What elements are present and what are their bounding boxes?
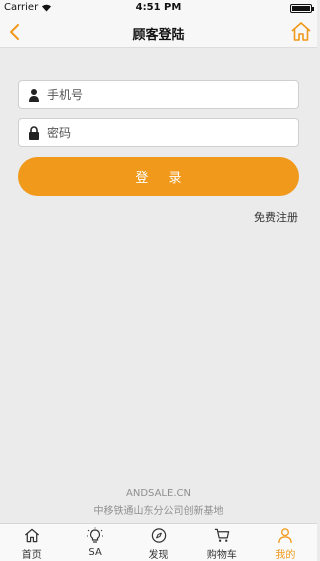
compass-icon [151,528,166,543]
tab-bar: 首页 SA 发现 购物车 我的 [0,523,317,561]
phone-input[interactable] [47,87,287,102]
battery-icon [290,4,314,13]
page-title: 顾客登陆 [132,28,185,43]
brand-text: ANDSALE.CN [126,488,191,499]
tab-home[interactable]: 首页 [0,524,63,561]
tab-mine[interactable]: 我的 [254,524,317,561]
cart-icon [214,528,230,542]
tab-label: 我的 [275,550,296,561]
home-icon[interactable] [289,20,313,44]
nav-bar: 顾客登陆 [0,16,317,48]
password-field[interactable] [18,118,299,147]
home-icon [24,528,39,543]
brand-subtitle: 中移铁通山东分公司创新基地 [93,506,224,517]
status-bar: Carrier 4:51 PM [0,0,317,16]
user-icon [278,528,293,544]
tab-label: 发现 [148,550,169,561]
status-time: 4:51 PM [135,2,182,13]
phone-field[interactable] [18,80,299,109]
person-icon [29,88,39,102]
tab-label: SA [88,547,102,558]
tab-cart[interactable]: 购物车 [190,524,253,561]
register-link[interactable]: 免费注册 [254,209,298,225]
tab-sa[interactable]: SA [63,524,126,561]
lightbulb-icon [87,527,104,543]
tab-label: 购物车 [206,550,237,561]
tab-discover[interactable]: 发现 [127,524,190,561]
tab-label: 首页 [21,550,42,561]
login-button[interactable]: 登 录 [18,157,299,196]
lock-icon [29,125,39,140]
password-input[interactable] [47,125,287,140]
